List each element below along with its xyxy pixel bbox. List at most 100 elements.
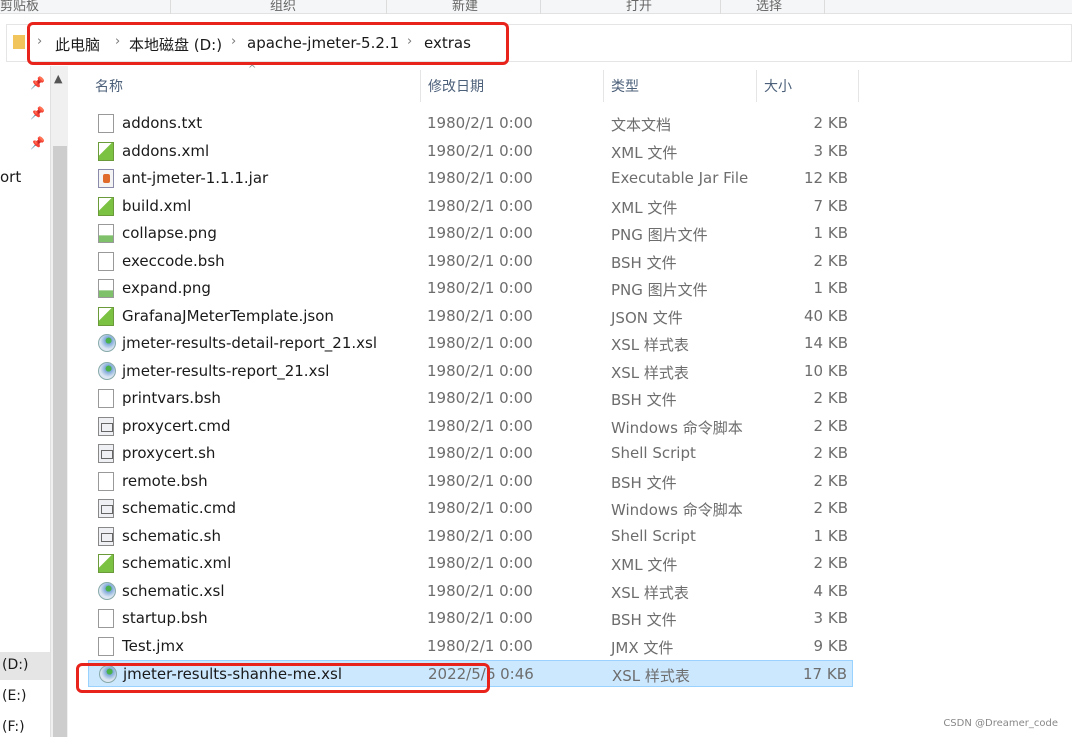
nav-drive-f[interactable]: (F:) (0, 714, 50, 742)
file-row[interactable]: addons.txt 1980/2/1 0:00 文本文档 2 KB (88, 110, 853, 137)
file-size: 3 KB (813, 609, 848, 627)
highlight-box-new-file (76, 663, 490, 693)
ribbon-group-new: 新建 (452, 0, 479, 14)
file-row[interactable]: printvars.bsh 1980/2/1 0:00 BSH 文件 2 KB (88, 385, 853, 412)
file-row[interactable]: collapse.png 1980/2/1 0:00 PNG 图片文件 1 KB (88, 220, 853, 247)
file-row[interactable]: schematic.sh 1980/2/1 0:00 Shell Script … (88, 523, 853, 550)
file-type: 文本文档 (611, 116, 672, 134)
file-type: Windows 命令脚本 (611, 418, 743, 437)
highlight-box-address (27, 22, 509, 65)
file-date: 1980/2/1 0:00 (427, 389, 533, 407)
scroll-up-icon[interactable]: ▲ (54, 72, 62, 85)
scrollbar-thumb[interactable] (53, 146, 67, 737)
column-header-size[interactable]: 大小 (764, 76, 792, 96)
file-xsl-icon (98, 334, 116, 352)
file-size: 10 KB (804, 361, 848, 380)
file-row[interactable]: Test.jmx 1980/2/1 0:00 JMX 文件 9 KB (88, 633, 853, 660)
file-name: collapse.png (122, 224, 217, 242)
file-row[interactable]: schematic.xml 1980/2/1 0:00 XML 文件 2 KB (88, 550, 853, 577)
file-size: 40 KB (804, 306, 848, 325)
file-type: XML 文件 (611, 556, 678, 574)
file-size: 7 KB (813, 196, 848, 215)
file-txt-icon (98, 471, 114, 491)
file-xml-icon (98, 196, 114, 216)
file-type: XSL 样式表 (611, 336, 689, 354)
sort-ascending-icon: ^ (248, 64, 257, 75)
file-name: proxycert.cmd (122, 416, 231, 435)
file-row[interactable]: jmeter-results-detail-report_21.xsl 1980… (88, 330, 853, 357)
file-type: XML 文件 (611, 143, 678, 162)
file-row[interactable]: jmeter-results-report_21.xsl 1980/2/1 0:… (88, 358, 853, 385)
file-date: 1980/2/1 0:00 (427, 114, 533, 132)
file-name: expand.png (122, 279, 211, 297)
file-type: JMX 文件 (611, 638, 674, 657)
file-name: schematic.xml (122, 554, 232, 572)
pin-icon[interactable]: 📌 (30, 136, 45, 150)
file-size: 3 KB (813, 141, 848, 160)
file-row[interactable]: schematic.cmd 1980/2/1 0:00 Windows 命令脚本… (88, 495, 853, 522)
pin-icon[interactable]: 📌 (30, 106, 45, 120)
pin-icon[interactable]: 📌 (30, 76, 45, 90)
file-type: BSH 文件 (611, 473, 677, 492)
file-date: 1980/2/1 0:00 (427, 334, 533, 352)
file-type: PNG 图片文件 (611, 281, 708, 299)
column-header-name[interactable]: 名称 (95, 76, 123, 96)
file-date: 1980/2/1 0:00 (427, 169, 533, 187)
file-row[interactable]: proxycert.cmd 1980/2/1 0:00 Windows 命令脚本… (88, 413, 853, 440)
file-row[interactable]: build.xml 1980/2/1 0:00 XML 文件 7 KB (88, 193, 853, 220)
file-xml-icon (98, 141, 114, 161)
nav-drive-d[interactable]: (D:) (0, 652, 50, 680)
file-type: XSL 样式表 (611, 363, 689, 382)
file-row[interactable]: expand.png 1980/2/1 0:00 PNG 图片文件 1 KB (88, 275, 853, 302)
file-xsl-icon (98, 581, 116, 600)
file-size: 1 KB (813, 526, 848, 545)
file-size: 2 KB (813, 554, 848, 572)
file-date: 1980/2/1 0:00 (427, 499, 533, 517)
file-date: 1980/2/1 0:00 (427, 526, 533, 545)
file-row[interactable]: proxycert.sh 1980/2/1 0:00 Shell Script … (88, 440, 853, 467)
ribbon-group-clipboard: 剪贴板 (0, 0, 40, 14)
file-type: Shell Script (611, 526, 696, 545)
nav-item-partial[interactable]: ort (0, 168, 21, 186)
file-date: 1980/2/1 0:00 (427, 251, 533, 270)
file-name: addons.xml (122, 141, 210, 160)
file-type: JSON 文件 (611, 308, 683, 327)
file-cmd-icon (98, 526, 114, 546)
file-name: startup.bsh (122, 609, 208, 627)
file-name: execcode.bsh (122, 251, 225, 270)
file-name: printvars.bsh (122, 389, 221, 407)
file-row[interactable]: GrafanaJMeterTemplate.json 1980/2/1 0:00… (88, 303, 853, 330)
file-row[interactable]: ant-jmeter-1.1.1.jar 1980/2/1 0:00 Execu… (88, 165, 853, 192)
ribbon-group-open: 打开 (626, 0, 653, 14)
file-xml-icon (98, 306, 114, 326)
ribbon-group-labels: 剪贴板 组织 新建 打开 选择 (0, 0, 1072, 14)
nav-drive-e[interactable]: (E:) (0, 683, 50, 711)
file-date: 1980/2/1 0:00 (427, 609, 533, 627)
file-type: Executable Jar File (611, 169, 749, 187)
file-xml-icon (98, 554, 114, 573)
file-row[interactable]: execcode.bsh 1980/2/1 0:00 BSH 文件 2 KB (88, 248, 853, 275)
file-type: XSL 样式表 (611, 583, 689, 602)
file-size: 1 KB (813, 279, 848, 297)
file-xsl-icon (98, 361, 116, 380)
file-type: BSH 文件 (611, 391, 677, 409)
file-cmd-icon (98, 416, 114, 436)
nav-scrollbar[interactable]: ▲ (50, 66, 68, 737)
file-size: 14 KB (804, 334, 848, 352)
file-size: 4 KB (813, 581, 848, 600)
file-jar-icon (98, 169, 114, 188)
file-row[interactable]: remote.bsh 1980/2/1 0:00 BSH 文件 2 KB (88, 468, 853, 495)
file-size: 12 KB (804, 169, 848, 187)
file-type: XML 文件 (611, 198, 678, 217)
file-type: Shell Script (611, 444, 696, 462)
file-row[interactable]: schematic.xsl 1980/2/1 0:00 XSL 样式表 4 KB (88, 578, 853, 605)
file-size: 1 KB (813, 224, 848, 242)
file-type: BSH 文件 (611, 253, 677, 272)
file-row[interactable]: addons.xml 1980/2/1 0:00 XML 文件 3 KB (88, 138, 853, 165)
file-date: 1980/2/1 0:00 (427, 471, 533, 490)
file-cmd-icon (98, 444, 114, 463)
file-size: 9 KB (813, 636, 848, 655)
file-row[interactable]: startup.bsh 1980/2/1 0:00 BSH 文件 3 KB (88, 605, 853, 632)
column-header-type[interactable]: 类型 (611, 76, 639, 96)
column-header-date[interactable]: 修改日期 (428, 76, 484, 96)
